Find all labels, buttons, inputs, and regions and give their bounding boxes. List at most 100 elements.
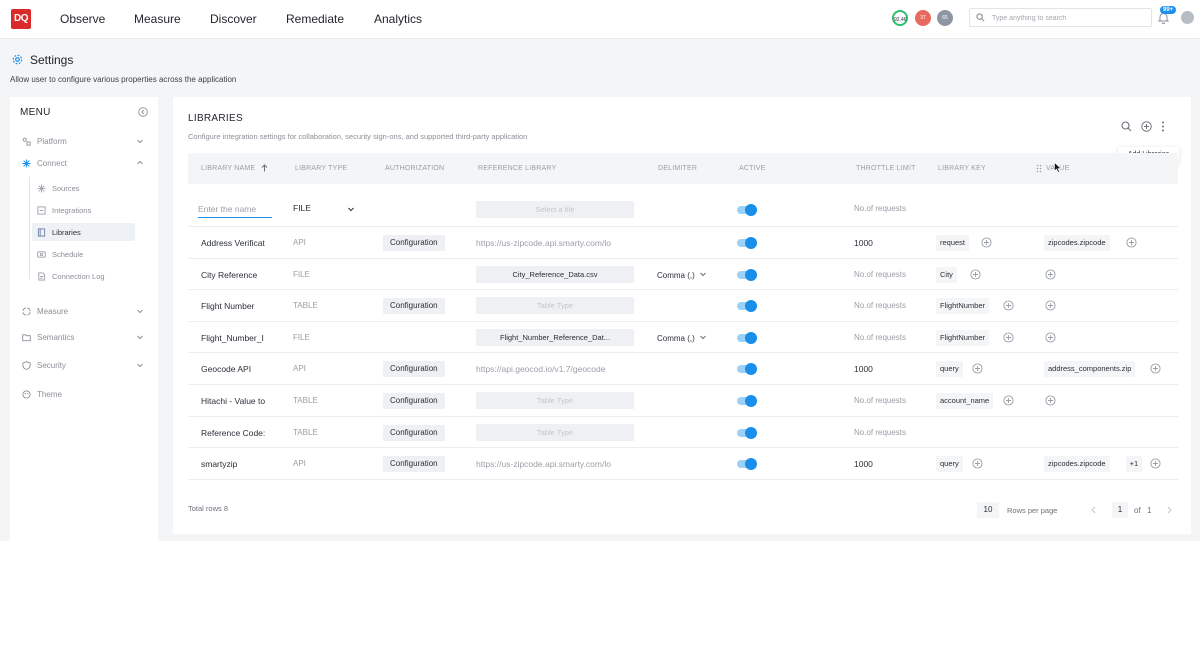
user-avatar-65[interactable]: 65 <box>937 10 953 26</box>
col-authorization[interactable]: AUTHORIZATION <box>385 165 444 172</box>
search-icon[interactable] <box>1121 121 1132 132</box>
sidebar-item-connection-log[interactable]: Connection Log <box>37 272 105 281</box>
table-row[interactable]: Reference Code: TABLE Configuration Table T… <box>188 417 1178 449</box>
more-options-icon[interactable] <box>1161 121 1165 132</box>
library-name-cell[interactable]: Flight Number <box>201 301 275 311</box>
reference-file-select[interactable]: Select a file <box>476 201 634 218</box>
configuration-button[interactable]: Configuration <box>383 393 445 409</box>
table-row[interactable]: smartyzip API Configuration https://us-zipc… <box>188 448 1178 480</box>
add-key-icon[interactable] <box>970 269 981 280</box>
score-avatar[interactable]: 92.46 <box>892 10 908 26</box>
throttle-limit-cell[interactable]: No.of requests <box>854 333 918 342</box>
sidebar-item-connect[interactable]: Connect <box>22 159 152 168</box>
add-value-icon[interactable] <box>1150 363 1161 374</box>
throttle-limit-cell[interactable]: No.of requests <box>854 396 918 405</box>
configuration-button[interactable]: Configuration <box>383 298 445 315</box>
configuration-button[interactable]: Configuration <box>383 456 445 473</box>
table-row[interactable]: Flight_Number_I FILE Flight_Number_Referen… <box>188 322 1178 354</box>
nav-discover[interactable]: Discover <box>210 12 257 26</box>
throttle-limit-cell[interactable]: 1000 <box>854 459 918 469</box>
add-value-icon[interactable] <box>1045 269 1056 280</box>
add-key-icon[interactable] <box>972 363 983 374</box>
profile-icon[interactable] <box>1181 11 1194 24</box>
next-page-icon[interactable] <box>1166 506 1173 514</box>
active-toggle[interactable] <box>737 426 757 439</box>
nav-remediate[interactable]: Remediate <box>286 12 344 26</box>
add-library-icon[interactable] <box>1141 121 1152 132</box>
active-toggle[interactable] <box>737 300 757 313</box>
add-value-icon[interactable] <box>1045 300 1056 311</box>
add-key-icon[interactable] <box>972 458 983 469</box>
sidebar-item-theme[interactable]: Theme <box>22 390 152 399</box>
add-value-icon[interactable] <box>1045 332 1056 343</box>
nav-observe[interactable]: Observe <box>60 12 105 26</box>
current-page[interactable]: 1 <box>1112 502 1128 518</box>
library-type-select[interactable]: FILE <box>293 203 359 213</box>
throttle-input[interactable]: No.of requests <box>854 204 918 213</box>
col-library-type[interactable]: LIBRARY TYPE <box>295 165 347 172</box>
library-name-cell[interactable]: Geocode API <box>201 364 275 374</box>
sidebar-item-platform[interactable]: Platform <box>22 137 152 146</box>
library-name-input[interactable] <box>198 201 272 218</box>
app-logo[interactable]: DQ <box>11 9 31 29</box>
delimiter-select[interactable]: Comma (,) <box>657 270 707 280</box>
add-key-icon[interactable] <box>1003 332 1014 343</box>
active-toggle[interactable] <box>737 237 757 249</box>
add-value-icon[interactable] <box>1126 237 1137 248</box>
delimiter-select[interactable]: Comma (,) <box>657 333 707 343</box>
throttle-limit-cell[interactable]: 1000 <box>854 364 918 374</box>
reference-library-cell[interactable]: Flight_Number_Reference_Dat... <box>476 328 634 346</box>
add-key-icon[interactable] <box>1003 300 1014 311</box>
sidebar-item-measure[interactable]: Measure <box>22 307 152 316</box>
add-value-icon[interactable] <box>1045 395 1056 406</box>
table-row[interactable]: City Reference FILE City_Reference_Data.cs… <box>188 259 1178 291</box>
configuration-button[interactable]: Configuration <box>383 235 445 251</box>
nav-analytics[interactable]: Analytics <box>374 12 422 26</box>
table-row[interactable]: Address Verificat API Configuration https:/… <box>188 227 1178 259</box>
library-name-cell[interactable]: Flight_Number_I <box>201 333 275 343</box>
table-row[interactable]: Flight Number TABLE Configuration Table Typ… <box>188 290 1178 322</box>
throttle-limit-cell[interactable]: No.of requests <box>854 428 918 437</box>
value-more-chip[interactable]: +1 <box>1125 456 1143 473</box>
throttle-limit-cell[interactable]: No.of requests <box>854 270 918 279</box>
sidebar-item-semantics[interactable]: Semantics <box>22 333 152 342</box>
table-row[interactable]: Hitachi - Value to TABLE Configuration Tabl… <box>188 385 1178 417</box>
drag-handle-icon[interactable] <box>1036 164 1042 173</box>
sidebar-item-libraries[interactable]: Libraries <box>37 228 81 237</box>
library-name-cell[interactable]: City Reference <box>201 270 275 280</box>
sort-asc-icon[interactable] <box>261 164 268 172</box>
library-name-cell[interactable]: Reference Code: <box>201 428 275 438</box>
prev-page-icon[interactable] <box>1090 506 1097 514</box>
sidebar-item-security[interactable]: Security <box>22 361 152 370</box>
col-delimiter[interactable]: DELIMITER <box>658 165 697 172</box>
col-reference-library[interactable]: REFERENCE LIBRARY <box>478 165 556 172</box>
col-active[interactable]: ACTIVE <box>739 165 765 172</box>
rows-per-page-select[interactable]: 10 <box>977 502 999 518</box>
configuration-button[interactable]: Configuration <box>383 424 445 441</box>
active-toggle[interactable] <box>737 268 757 281</box>
reference-library-cell[interactable]: Table Type <box>476 423 634 441</box>
throttle-limit-cell[interactable]: 1000 <box>854 238 918 248</box>
global-search-input[interactable] <box>992 11 1147 25</box>
nav-measure[interactable]: Measure <box>134 12 181 26</box>
reference-library-cell[interactable]: Table Type <box>476 392 634 409</box>
col-library-key[interactable]: LIBRARY KEY <box>938 165 986 172</box>
col-throttle-limit[interactable]: THROTTLE LIMIT <box>856 165 916 172</box>
add-value-icon[interactable] <box>1150 458 1161 469</box>
sidebar-item-sources[interactable]: Sources <box>37 184 80 193</box>
add-key-icon[interactable] <box>1003 395 1014 406</box>
active-toggle[interactable] <box>737 363 757 376</box>
col-library-name[interactable]: LIBRARY NAME <box>201 165 255 172</box>
configuration-button[interactable]: Configuration <box>383 361 445 378</box>
library-name-cell[interactable]: Address Verificat <box>201 238 275 248</box>
library-name-cell[interactable]: smartyzip <box>201 459 275 469</box>
active-toggle[interactable] <box>737 395 757 407</box>
library-name-cell[interactable]: Hitachi - Value to <box>201 396 275 406</box>
reference-library-cell[interactable]: Table Type <box>476 297 634 315</box>
global-search[interactable] <box>969 8 1152 27</box>
active-toggle[interactable] <box>737 458 757 471</box>
reference-library-cell[interactable]: City_Reference_Data.csv <box>476 265 634 283</box>
sidebar-item-schedule[interactable]: Schedule <box>37 250 83 259</box>
table-row[interactable]: Geocode API API Configuration https://api.g… <box>188 353 1178 385</box>
add-key-icon[interactable] <box>981 237 992 248</box>
